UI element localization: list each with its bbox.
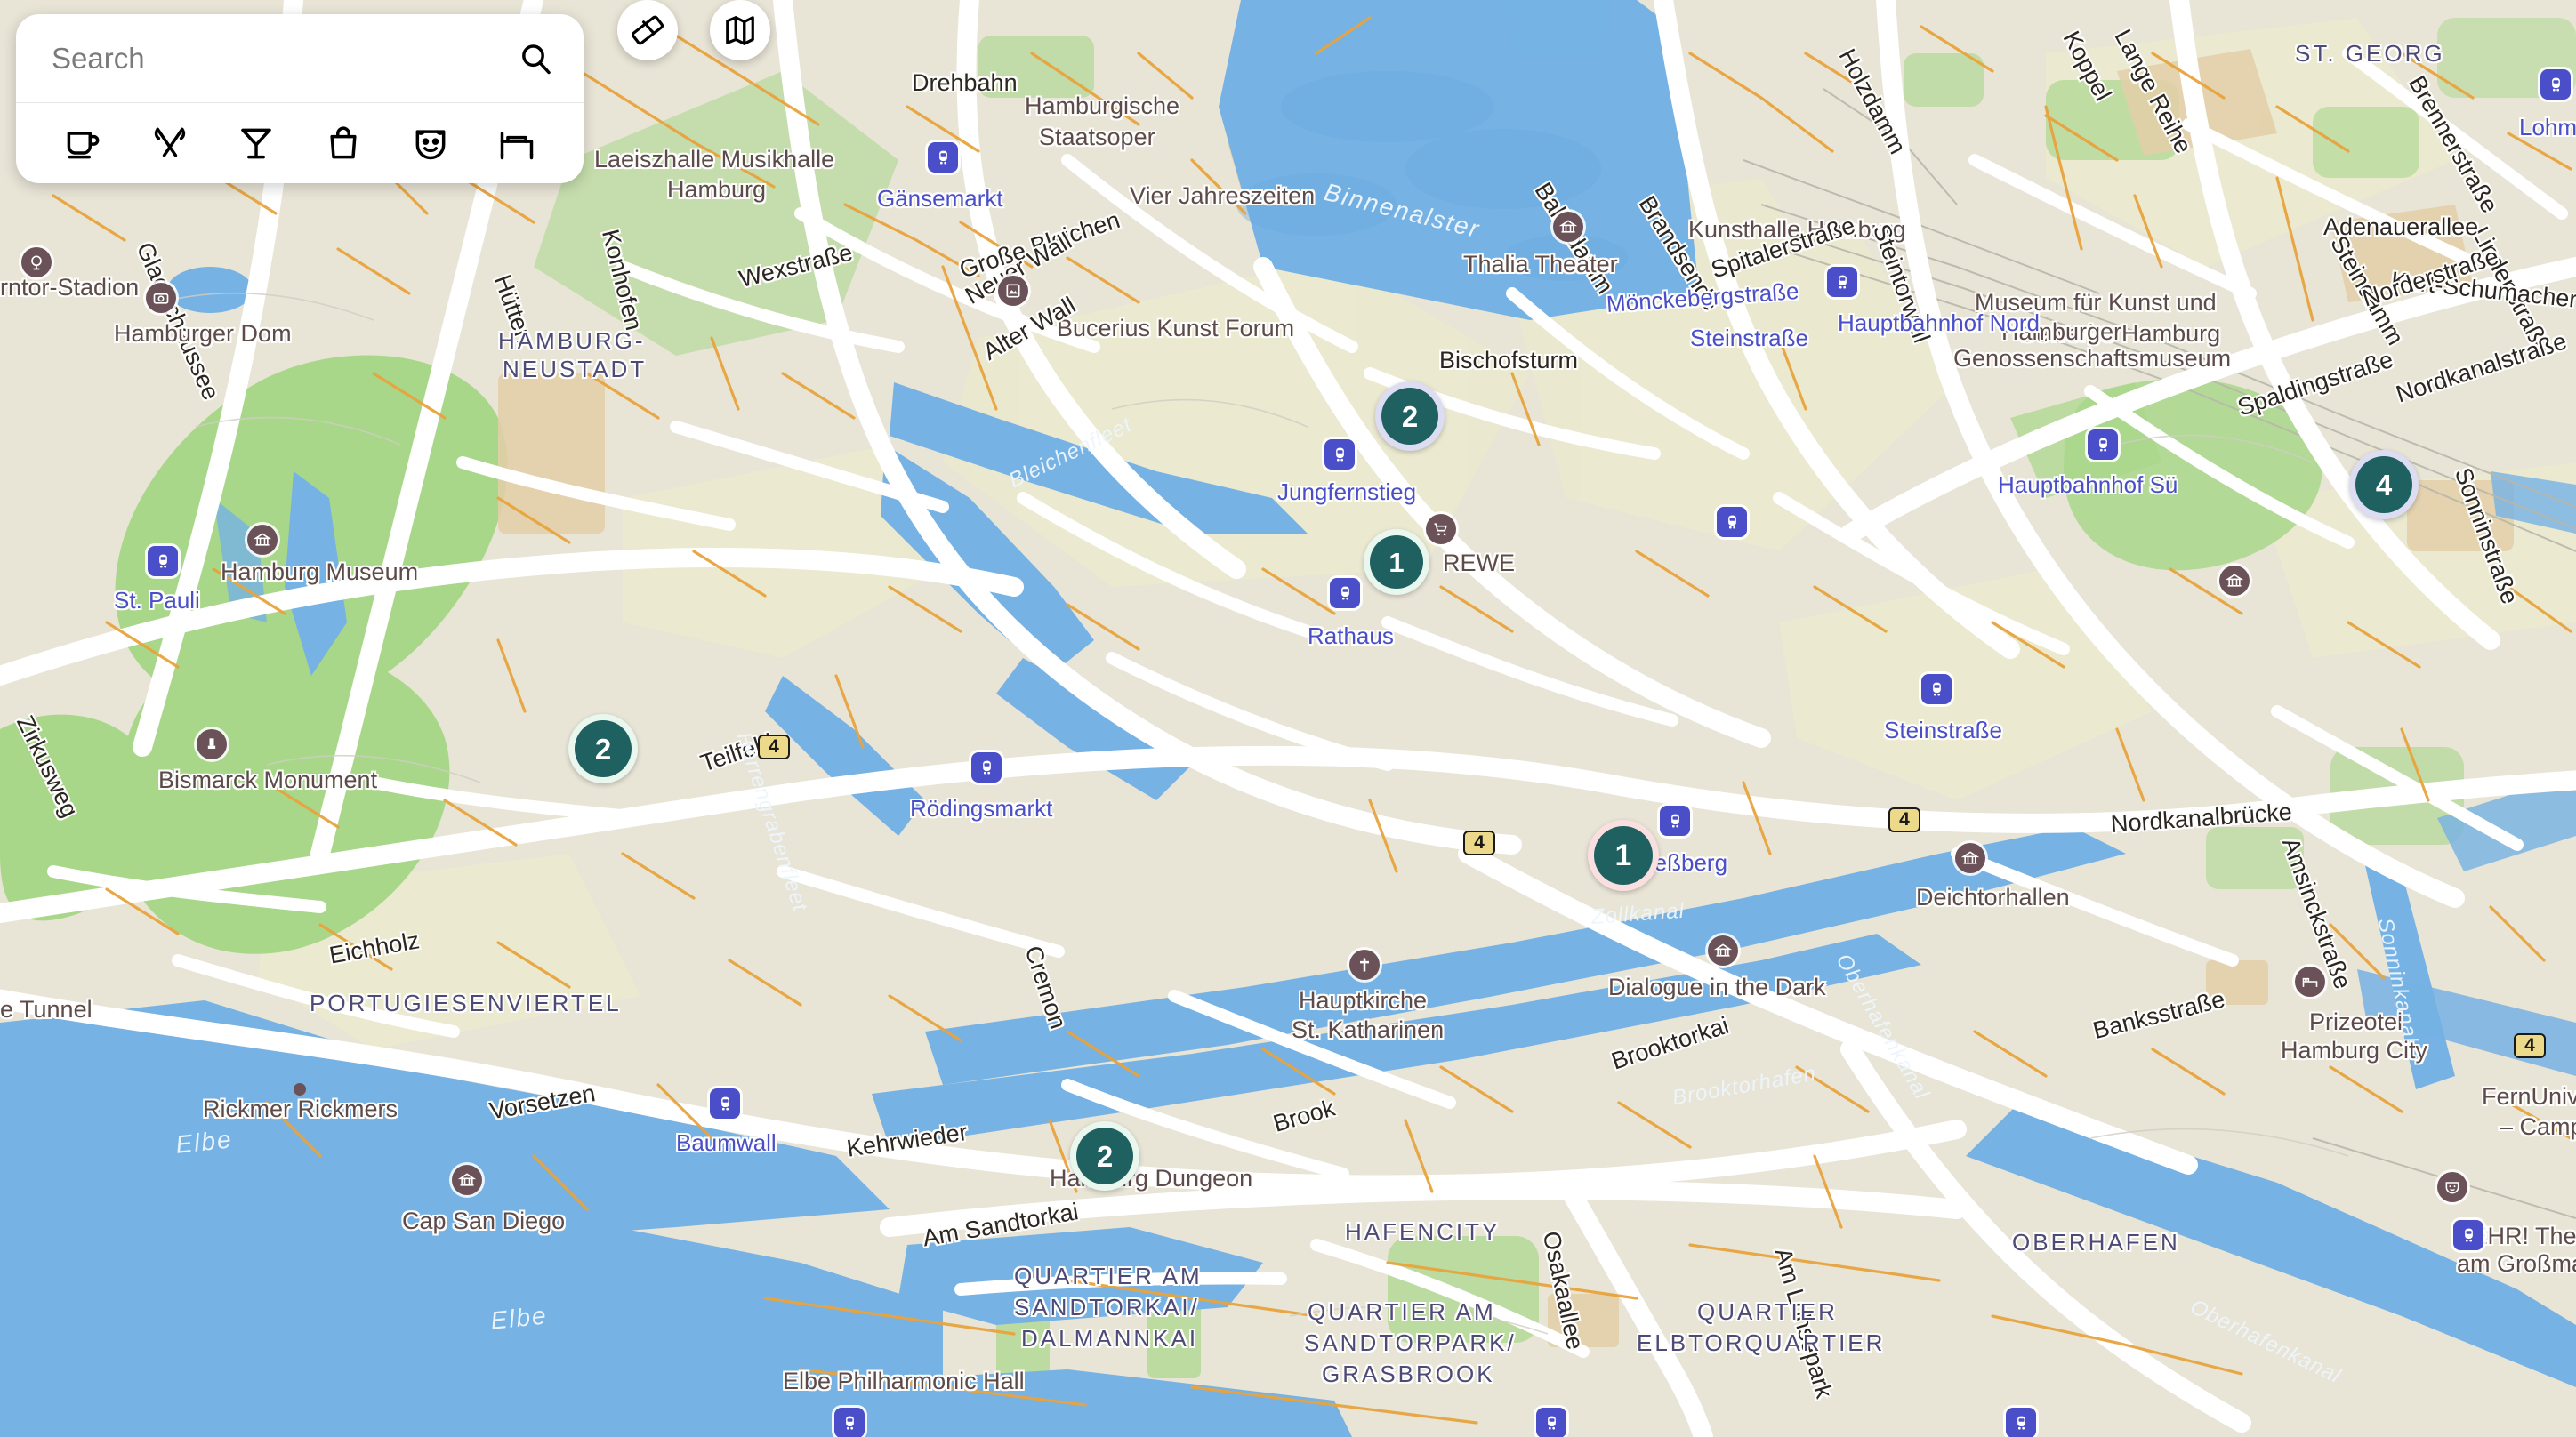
poi-icon-hotel-prizeotel[interactable]: [2295, 967, 2325, 997]
category-cafe[interactable]: [39, 103, 126, 183]
poi-icon-museum-deichtorhallen[interactable]: [1955, 843, 1985, 873]
category-hotel[interactable]: [473, 103, 560, 183]
cluster-messberg[interactable]: 1: [1588, 820, 1659, 891]
cluster-count: 4: [2355, 456, 2412, 513]
cluster-hauptbahnhof[interactable]: 4: [2349, 450, 2419, 519]
category-shopping[interactable]: [300, 103, 387, 183]
transit-badge-hauptbahnhof-sued[interactable]: [2088, 429, 2118, 460]
poi-icon-ship-rickmer[interactable]: [294, 1083, 306, 1096]
poi-icon-monument[interactable]: [197, 729, 227, 759]
cluster-rathaus[interactable]: 1: [1364, 529, 1429, 595]
transit-badge-mitte[interactable]: [2453, 1220, 2483, 1250]
ruler-icon: [631, 15, 664, 45]
poi-icon-museum-kunsthalle[interactable]: [1553, 212, 1583, 242]
motorway-shield-4-a: 4: [758, 735, 790, 759]
cluster-count: 1: [1370, 535, 1423, 589]
poi-icon-gallery[interactable]: [998, 276, 1028, 306]
transit-badge-roedingsmarkt[interactable]: [971, 752, 1002, 783]
transit-badge-rathaus[interactable]: [1330, 578, 1360, 608]
cluster-count: 2: [1381, 388, 1438, 445]
cluster-hamburg-dungeon[interactable]: 2: [1070, 1121, 1139, 1191]
bed-icon: [500, 132, 534, 160]
transit-badge-elbbruecken[interactable]: [2006, 1408, 2036, 1437]
map-canvas[interactable]: Drehbahn Hamburgische Staatsoper Laeiszhall…: [0, 0, 2576, 1437]
category-bar[interactable]: [213, 103, 300, 183]
coffee-cup-icon: [67, 132, 100, 159]
transit-badge-sandtorkai[interactable]: [834, 1408, 865, 1437]
transit-badge-hauptbahnhof-nord[interactable]: [1827, 267, 1857, 297]
transit-badge-hafencity[interactable]: [1536, 1408, 1566, 1437]
poi-icon-museum-capsandiego[interactable]: [452, 1165, 482, 1195]
search-icon[interactable]: [518, 41, 553, 76]
map-layers-button[interactable]: [710, 0, 770, 60]
poi-icon-museum-gewerbe[interactable]: [2219, 566, 2250, 596]
category-row: [16, 103, 584, 183]
motorway-shield-4-b: 4: [1463, 831, 1495, 855]
transit-badge-messberg[interactable]: [1660, 806, 1690, 836]
cocktail-icon: [241, 128, 271, 159]
transit-badge-st-pauli[interactable]: [148, 546, 178, 576]
poi-icon-museum[interactable]: [247, 525, 278, 555]
cluster-st-michael[interactable]: 2: [568, 714, 638, 783]
search-row[interactable]: [16, 14, 584, 103]
motorway-shield-4-c: 4: [1888, 807, 1920, 832]
poi-icon-ferris-wheel[interactable]: [21, 247, 52, 277]
poi-icon-supermarket[interactable]: [1426, 514, 1456, 544]
search-input[interactable]: [52, 41, 518, 76]
poi-icon-museum-dialogue[interactable]: [1708, 935, 1738, 966]
map-fold-icon: [726, 16, 754, 45]
transit-badge-moenckebergstrasse[interactable]: [1717, 507, 1747, 537]
search-panel: [16, 14, 584, 183]
category-entertainment[interactable]: [387, 103, 474, 183]
measure-button[interactable]: [617, 0, 678, 60]
poi-icon-theatre-mehr[interactable]: [2437, 1172, 2467, 1202]
transit-badge-lohmuehle[interactable]: [2540, 69, 2571, 100]
transit-badge-gaensemarkt[interactable]: [928, 142, 958, 173]
cutlery-icon: [154, 127, 185, 157]
cluster-jungfernstieg[interactable]: 2: [1375, 381, 1445, 451]
category-restaurant[interactable]: [126, 103, 213, 183]
shopping-bag-icon: [330, 126, 357, 159]
poi-icon-camera[interactable]: [146, 283, 176, 313]
transit-badge-jungfernstieg[interactable]: [1324, 439, 1355, 470]
motorway-shield-4-d: 4: [2514, 1033, 2546, 1058]
map-vector-layer: [0, 0, 2576, 1437]
cluster-count: 2: [1076, 1128, 1133, 1184]
transit-badge-baumwall[interactable]: [710, 1088, 740, 1119]
poi-icon-church[interactable]: [1349, 950, 1380, 980]
transit-badge-steinstrasse[interactable]: [1921, 674, 1952, 704]
cluster-count: 2: [575, 720, 632, 777]
cluster-count: 1: [1594, 826, 1653, 885]
theater-mask-icon: [415, 130, 445, 160]
